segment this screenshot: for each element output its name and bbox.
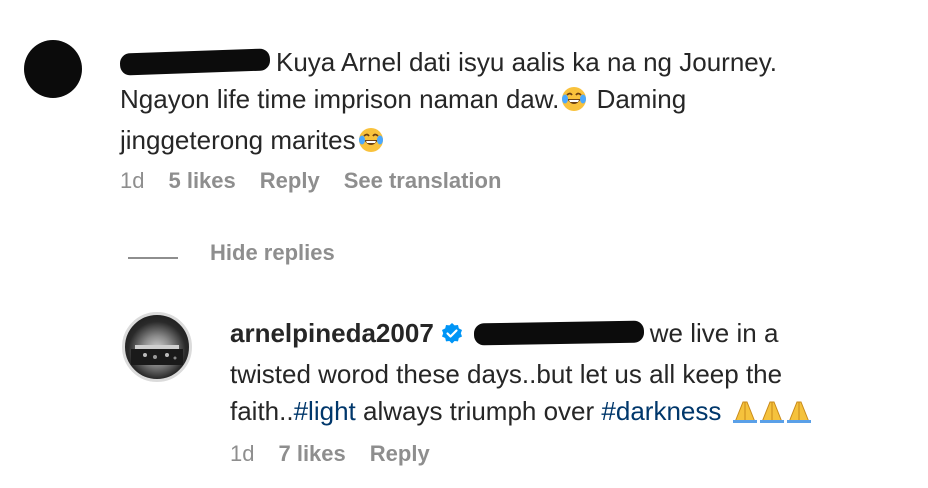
comment-line-2b: Daming (596, 84, 687, 114)
hashtag-light-link[interactable]: #light (294, 396, 356, 426)
hashtag-darkness-link[interactable]: #darkness (601, 396, 721, 426)
hide-replies-button[interactable]: Hide replies (210, 240, 335, 266)
laughing-emoji-icon (358, 126, 384, 163)
comment-meta: 1d 5 likes Reply See translation (120, 168, 501, 194)
reply-text-part-2: twisted worod these days..but let us all… (230, 359, 783, 389)
concert-photo-icon (131, 345, 183, 365)
reply-text-part-3: faith.. (230, 396, 294, 426)
laughing-emoji-icon (561, 85, 587, 122)
redacted-username (473, 320, 644, 346)
comment-body: Kuya Arnel dati isyu aalis ka na ng Jour… (119, 44, 880, 163)
reply-meta: 1d 7 likes Reply (230, 441, 430, 467)
comment-line-2: Ngayon life time imprison naman daw. (120, 84, 560, 114)
reply-username-link[interactable]: arnelpineda2007 (230, 318, 434, 348)
commenter-avatar[interactable] (24, 40, 82, 98)
reply-likes-link[interactable]: 7 likes (278, 441, 345, 467)
comment-line-3: jinggeterong marites (120, 125, 356, 155)
comment-age: 1d (120, 168, 145, 193)
folded-hands-icon (731, 397, 815, 434)
redacted-username (119, 48, 271, 76)
see-translation-button[interactable]: See translation (344, 168, 502, 194)
reply-body: arnelpineda2007 we live in a twisted woro… (230, 315, 890, 434)
reply-text-part-4: always triumph over (362, 396, 595, 426)
comment-likes-link[interactable]: 5 likes (168, 168, 235, 194)
reply-reply-button[interactable]: Reply (370, 441, 430, 467)
replies-divider (128, 257, 178, 259)
comment-line-1: Kuya Arnel dati isyu aalis ka na ng Jour… (276, 47, 778, 77)
reply-age: 1d (230, 441, 255, 466)
comment-reply-button[interactable]: Reply (260, 168, 320, 194)
reply-author-avatar[interactable] (122, 312, 192, 382)
verified-badge-icon (440, 319, 464, 356)
reply-text-part-1: we live in a (649, 318, 779, 348)
